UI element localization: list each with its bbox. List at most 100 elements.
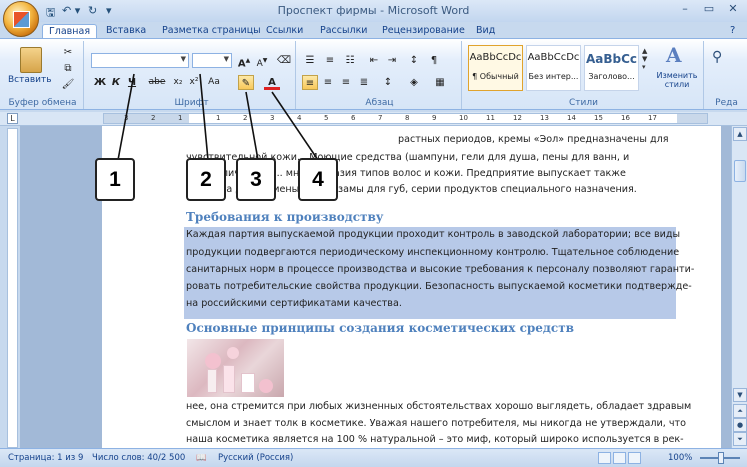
doc-line: смыслом и знает толк в косметике. Уважая… bbox=[186, 418, 686, 429]
page-count[interactable]: Страница: 1 из 9 bbox=[8, 453, 83, 463]
increase-indent-icon[interactable]: ⇥ bbox=[384, 53, 400, 68]
style-sample: AaBbCcDc bbox=[469, 52, 522, 63]
scroll-up-icon[interactable]: ▲ bbox=[733, 127, 747, 141]
word-count[interactable]: Число слов: 40/2 500 bbox=[92, 453, 185, 463]
doc-line: растных периодов, кремы «Эол» предназнач… bbox=[398, 134, 669, 145]
font-size-combo[interactable]: ▼ bbox=[192, 53, 232, 68]
ruler-number: 16 bbox=[621, 114, 630, 122]
paragraph-group-label: Абзац bbox=[365, 98, 394, 108]
font-color-icon[interactable]: A bbox=[264, 75, 280, 90]
doc-line: санитарных норм в процессе производства … bbox=[186, 264, 695, 275]
italic-button[interactable]: К bbox=[108, 75, 124, 90]
sort-icon[interactable]: ↕ bbox=[406, 53, 422, 68]
style-normal[interactable]: AaBbCcDc ¶ Обычный bbox=[468, 45, 523, 91]
tab-review[interactable]: Рецензирование bbox=[376, 24, 471, 39]
paste-button[interactable]: Вставить bbox=[8, 75, 52, 85]
grow-font-icon[interactable]: A▲ bbox=[236, 53, 252, 69]
style-heading[interactable]: AaBbCc Заголово... bbox=[584, 45, 639, 91]
status-bar: Страница: 1 из 9 Число слов: 40/2 500 📖 … bbox=[0, 448, 747, 467]
language-indicator[interactable]: Русский (Россия) bbox=[218, 453, 293, 463]
paste-icon[interactable] bbox=[20, 47, 42, 73]
select-browse-object-icon[interactable]: ● bbox=[733, 418, 747, 432]
print-layout-view-icon[interactable] bbox=[598, 452, 611, 464]
change-case-button[interactable]: Aa bbox=[206, 75, 222, 90]
previous-page-icon[interactable]: ⏶ bbox=[733, 404, 747, 418]
zoom-level[interactable]: 100% bbox=[668, 453, 692, 463]
word-window: 🖫 ↶ ▾ ↻ ▾ Проспект фирмы - Microsoft Wor… bbox=[0, 0, 747, 467]
style-sample: AaBbCcDc bbox=[527, 52, 580, 63]
shrink-font-icon[interactable]: A▼ bbox=[254, 53, 270, 69]
justify-icon[interactable]: ≣ bbox=[356, 75, 372, 90]
format-painter-icon[interactable]: 🖌 bbox=[60, 77, 76, 92]
product-photo[interactable] bbox=[187, 339, 284, 397]
bold-button[interactable]: Ж bbox=[92, 75, 108, 90]
font-name-combo[interactable]: ▼ bbox=[91, 53, 189, 68]
shading-icon[interactable]: ◈ bbox=[406, 75, 422, 90]
office-button[interactable] bbox=[3, 1, 39, 37]
change-styles-button[interactable]: A Изменить стили bbox=[652, 43, 702, 95]
tab-insert[interactable]: Вставка bbox=[100, 24, 152, 39]
align-right-icon[interactable]: ≡ bbox=[338, 75, 354, 90]
ruler-number: 5 bbox=[324, 114, 329, 122]
find-icon[interactable]: ⚲ bbox=[712, 49, 722, 65]
ruler-number: 11 bbox=[486, 114, 495, 122]
bullets-icon[interactable]: ☰ bbox=[302, 53, 318, 68]
photo-detail bbox=[207, 369, 217, 393]
decrease-indent-icon[interactable]: ⇤ bbox=[366, 53, 382, 68]
tab-stop-selector[interactable]: L bbox=[7, 113, 18, 124]
callout-4: 4 bbox=[298, 158, 338, 201]
superscript-button[interactable]: x² bbox=[186, 75, 202, 90]
horizontal-ruler[interactable]: L 3 2 1 1 2 3 4 5 6 7 8 9 10 11 12 13 14… bbox=[0, 112, 747, 126]
tab-page-layout[interactable]: Разметка страницы bbox=[156, 24, 267, 39]
style-name: ¶ Обычный bbox=[472, 72, 519, 81]
ruler-number: 2 bbox=[151, 114, 156, 122]
ribbon: Вставить ✂ ⧉ 🖌 Буфер обмена ▼ ▼ A▲ A▼ ⌫ … bbox=[0, 38, 747, 110]
heading-requirements: Требования к производству bbox=[186, 210, 384, 224]
ruler-number: 1 bbox=[178, 114, 183, 122]
ruler-number: 2 bbox=[243, 114, 248, 122]
spelling-status-icon[interactable]: 📖 bbox=[196, 453, 207, 463]
web-layout-view-icon[interactable] bbox=[628, 452, 641, 464]
scroll-down-icon[interactable]: ▼ bbox=[733, 388, 747, 402]
vertical-ruler[interactable] bbox=[7, 128, 18, 448]
tab-view[interactable]: Вид bbox=[470, 24, 501, 39]
ruler-number: 3 bbox=[270, 114, 275, 122]
ruler-number: 9 bbox=[432, 114, 437, 122]
vertical-scrollbar[interactable]: ▲ ▼ ⏶ ● ⏷ bbox=[731, 126, 747, 448]
styles-scroll-icon[interactable]: ▲ ▼ ▾ bbox=[642, 47, 647, 71]
borders-icon[interactable]: ▦ bbox=[432, 75, 448, 90]
scroll-thumb[interactable] bbox=[734, 160, 746, 182]
photo-detail bbox=[259, 379, 273, 393]
minimize-button[interactable]: – bbox=[674, 2, 696, 17]
help-icon[interactable]: ? bbox=[730, 25, 735, 36]
ruler-left-margin bbox=[104, 114, 189, 123]
show-marks-icon[interactable]: ¶ bbox=[426, 53, 442, 68]
clear-formatting-icon[interactable]: ⌫ bbox=[276, 53, 292, 68]
line-spacing-icon[interactable]: ↕ bbox=[380, 75, 396, 90]
photo-detail bbox=[241, 373, 255, 393]
next-page-icon[interactable]: ⏷ bbox=[733, 432, 747, 446]
tab-references[interactable]: Ссылки bbox=[260, 24, 309, 39]
tab-home[interactable]: Главная bbox=[42, 24, 98, 39]
highlight-color-icon[interactable]: ✎ bbox=[238, 75, 254, 90]
ruler-number: 15 bbox=[594, 114, 603, 122]
style-no-spacing[interactable]: AaBbCcDc Без интер... bbox=[526, 45, 581, 91]
full-screen-view-icon[interactable] bbox=[613, 452, 626, 464]
styles-group: AaBbCcDc ¶ Обычный AaBbCcDc Без интер...… bbox=[464, 41, 704, 109]
maximize-button[interactable]: ▭ bbox=[698, 2, 720, 17]
copy-icon[interactable]: ⧉ bbox=[60, 61, 76, 76]
zoom-knob[interactable] bbox=[718, 452, 724, 464]
ruler-number: 10 bbox=[459, 114, 468, 122]
font-group: ▼ ▼ A▲ A▼ ⌫ Ж К Ч abe x₂ x² Aa ✎ A Шрифт bbox=[88, 41, 296, 109]
align-center-icon[interactable]: ≡ bbox=[320, 75, 336, 90]
numbering-icon[interactable]: ≡ bbox=[322, 53, 338, 68]
heading-principles: Основные принципы создания косметических… bbox=[186, 321, 574, 335]
align-left-icon[interactable]: ≡ bbox=[302, 75, 318, 90]
underline-button[interactable]: Ч bbox=[124, 75, 140, 90]
tab-mailings[interactable]: Рассылки bbox=[314, 24, 373, 39]
subscript-button[interactable]: x₂ bbox=[170, 75, 186, 90]
multilevel-list-icon[interactable]: ☷ bbox=[342, 53, 358, 68]
close-button[interactable]: ✕ bbox=[722, 2, 744, 17]
strikethrough-button[interactable]: abe bbox=[146, 75, 168, 90]
cut-icon[interactable]: ✂ bbox=[60, 45, 76, 60]
